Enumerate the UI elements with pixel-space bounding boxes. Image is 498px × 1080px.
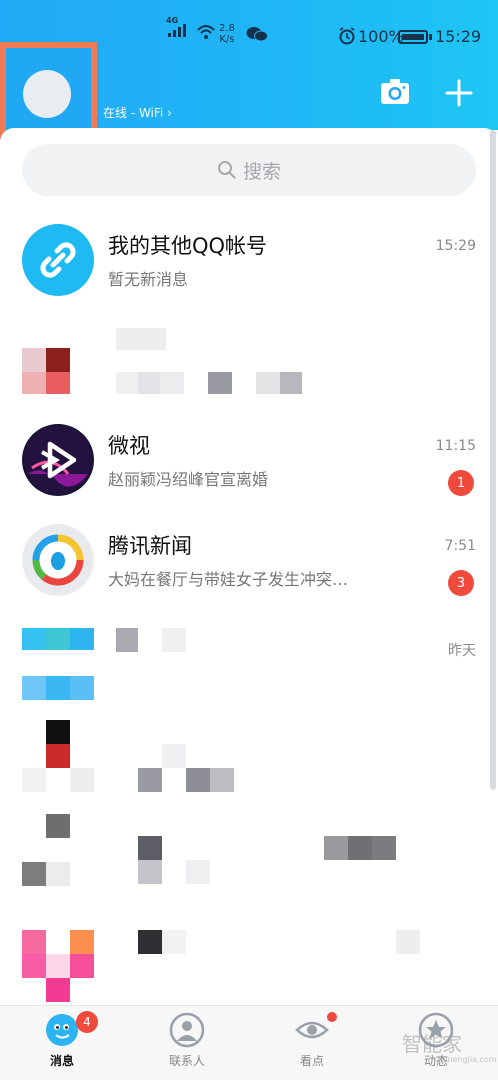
tab-contacts[interactable]: 联系人 [137, 1012, 237, 1069]
conversation-row-blurred[interactable] [0, 906, 498, 1006]
add-icon[interactable] [444, 78, 474, 108]
conversation-row-blurred[interactable] [0, 812, 498, 912]
search-bar[interactable]: 搜索 [22, 144, 476, 196]
eye-icon [295, 1021, 329, 1039]
conversation-row-other-qq-accounts[interactable]: 我的其他QQ帐号 暂无新消息 15:29 [0, 224, 498, 324]
conversation-time: 15:29 [435, 238, 476, 254]
pixelated-avatar [22, 322, 70, 394]
conversation-title: 微视 [108, 434, 150, 458]
pixelated-title [116, 628, 186, 652]
unread-badge: 3 [448, 570, 474, 596]
conversation-time: 11:15 [435, 438, 476, 454]
pixelated-avatar [22, 720, 94, 792]
conversation-row-blurred[interactable] [0, 322, 498, 422]
conversation-row-weishi[interactable]: 微视 赵丽颖冯绍峰官宣离婚 11:15 1 [0, 424, 498, 524]
search-placeholder: 搜索 [242, 160, 281, 183]
wechat-notification-icon [246, 27, 268, 42]
tab-label: 消息 [49, 1054, 74, 1068]
pixelated-title [116, 328, 166, 350]
kandian-red-dot [327, 1012, 337, 1022]
cellular-signal-icon: 4G [166, 16, 186, 37]
battery-tip [429, 34, 432, 40]
pixelated-preview [324, 836, 396, 860]
tab-label: 联系人 [168, 1054, 205, 1068]
conversation-time: 昨天 [448, 643, 476, 659]
watermark-sub: zhinengjia.com [436, 1055, 497, 1064]
battery-percent: 100% [358, 27, 404, 46]
pixelated-title [138, 836, 218, 884]
conversation-row-blurred[interactable] [0, 720, 498, 820]
conversation-preview: 赵丽颖冯绍峰官宣离婚 [108, 470, 269, 489]
tab-label: 看点 [299, 1054, 324, 1068]
pixelated-preview [138, 744, 238, 792]
link-icon [22, 224, 94, 296]
pixelated-avatar [22, 930, 94, 1004]
watermark-text: 智能家 [402, 1032, 462, 1056]
conversation-title: 我的其他QQ帐号 [108, 234, 268, 258]
pixelated-avatar [22, 628, 94, 700]
wifi-icon [197, 25, 215, 39]
watermark: 智能家 zhinengjia.com [402, 1028, 497, 1064]
conversation-row-blurred-yesterday[interactable]: 昨天 [0, 626, 498, 726]
tencent-news-app-icon [22, 524, 94, 596]
conversation-preview: 大妈在餐厅与带娃女子发生冲突… [108, 570, 349, 589]
status-time: 15:29 [435, 27, 482, 46]
unread-badge: 1 [448, 470, 474, 496]
online-status[interactable]: 在线 - WiFi › [103, 104, 172, 121]
conversation-row-tencent-news[interactable]: 腾讯新闻 大妈在餐厅与带娃女子发生冲突… 7:51 3 [0, 524, 498, 624]
weishi-app-icon [22, 424, 94, 496]
avatar[interactable] [23, 70, 71, 118]
conversation-preview: 暂无新消息 [108, 270, 189, 289]
search-icon [217, 161, 236, 179]
scrollbar[interactable] [490, 130, 496, 790]
penguin-icon [46, 1014, 78, 1046]
alarm-icon [339, 27, 355, 45]
pixelated-title [138, 930, 186, 954]
pixelated-preview [116, 372, 306, 394]
network-speed: 2.8 K/s [219, 23, 235, 45]
camera-icon[interactable] [380, 78, 410, 106]
pixelated-preview [396, 930, 420, 954]
battery-icon [398, 30, 428, 44]
conversation-time: 7:51 [444, 538, 476, 554]
person-icon [169, 1012, 205, 1048]
pixelated-avatar [22, 814, 94, 886]
tab-kandian[interactable]: 看点 [262, 1012, 362, 1069]
conversation-title: 腾讯新闻 [108, 534, 192, 558]
messages-unread-badge: 4 [76, 1011, 98, 1033]
